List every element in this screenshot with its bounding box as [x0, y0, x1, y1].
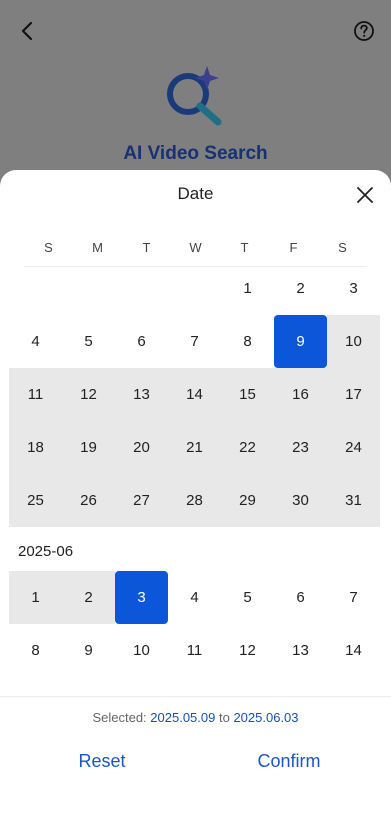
- selected-start-day-cell[interactable]: 9: [274, 315, 327, 368]
- day-cell[interactable]: 4: [168, 571, 221, 624]
- day-cell[interactable]: 11: [168, 624, 221, 677]
- empty-day-cell: [62, 262, 115, 315]
- range-day-cell[interactable]: 15: [221, 368, 274, 421]
- range-day-cell[interactable]: 23: [274, 421, 327, 474]
- day-cell[interactable]: 6: [115, 315, 168, 368]
- range-day-cell[interactable]: 24: [327, 421, 380, 474]
- day-cell[interactable]: 13: [274, 624, 327, 677]
- day-cell[interactable]: 14: [327, 624, 380, 677]
- week-row: 11 12 13 14 15 16 17: [9, 368, 380, 421]
- back-button[interactable]: [14, 18, 40, 44]
- month-label: 2025-06: [18, 543, 74, 560]
- weekday-label: T: [142, 240, 151, 255]
- day-cell[interactable]: 7: [168, 315, 221, 368]
- day-cell[interactable]: 5: [62, 315, 115, 368]
- range-day-cell[interactable]: 14: [168, 368, 221, 421]
- day-cell[interactable]: 9: [62, 624, 115, 677]
- weekday-label: T: [240, 240, 249, 255]
- day-cell[interactable]: 6: [274, 571, 327, 624]
- day-cell[interactable]: 4: [9, 315, 62, 368]
- range-day-cell[interactable]: 25: [9, 474, 62, 527]
- empty-day-cell: [168, 262, 221, 315]
- range-day-cell[interactable]: 19: [62, 421, 115, 474]
- sheet-header: Date: [0, 170, 391, 218]
- range-day-cell[interactable]: 17: [327, 368, 380, 421]
- help-icon: [354, 21, 374, 41]
- range-day-cell[interactable]: 30: [274, 474, 327, 527]
- weekday-label: M: [92, 240, 103, 255]
- close-icon: [357, 187, 373, 203]
- range-day-cell[interactable]: 2: [62, 571, 115, 624]
- range-day-cell[interactable]: 20: [115, 421, 168, 474]
- range-day-cell[interactable]: 16: [274, 368, 327, 421]
- weekday-label: S: [338, 240, 347, 255]
- day-cell[interactable]: 1: [221, 262, 274, 315]
- range-day-cell[interactable]: 1: [9, 571, 62, 624]
- to-word: to: [218, 710, 230, 725]
- weekday-label: W: [189, 240, 202, 255]
- range-day-cell[interactable]: 10: [327, 315, 380, 368]
- week-row: 1 2 3: [9, 262, 380, 315]
- day-cell[interactable]: 3: [327, 262, 380, 315]
- weekday-header: S M T W T F S: [24, 240, 367, 255]
- range-day-cell[interactable]: 21: [168, 421, 221, 474]
- sheet-title: Date: [177, 184, 214, 203]
- date-picker-sheet: Date S M T W T F S 1 2 3 4 5 6 7 8 9 10 …: [0, 170, 391, 822]
- day-cell[interactable]: 12: [221, 624, 274, 677]
- divider: [0, 696, 391, 697]
- day-cell[interactable]: 10: [115, 624, 168, 677]
- page-title: AI Video Search: [123, 143, 268, 164]
- selected-prefix: Selected:: [92, 710, 147, 725]
- confirm-button[interactable]: Confirm: [240, 746, 338, 776]
- month-grid-june: 1 2 3 4 5 6 7 8 9 10 11 12 13 14: [9, 571, 380, 677]
- reset-button[interactable]: Reset: [56, 746, 148, 776]
- ai-search-logo-icon: [162, 62, 230, 130]
- range-day-cell[interactable]: 18: [9, 421, 62, 474]
- end-date-value: 2025.06.03: [233, 710, 299, 725]
- week-row: 1 2 3 4 5 6 7: [9, 571, 380, 624]
- range-day-cell[interactable]: 27: [115, 474, 168, 527]
- range-day-cell[interactable]: 31: [327, 474, 380, 527]
- range-day-cell[interactable]: 29: [221, 474, 274, 527]
- week-row: 8 9 10 11 12 13 14: [9, 624, 380, 677]
- close-button[interactable]: [352, 182, 378, 208]
- range-day-cell[interactable]: 13: [115, 368, 168, 421]
- chevron-left-icon: [21, 21, 33, 41]
- start-date-value: 2025.05.09: [150, 710, 216, 725]
- weekday-label: S: [44, 240, 53, 255]
- week-row: 4 5 6 7 8 9 10: [9, 315, 380, 368]
- selected-range-summary: Selected: 2025.05.09 to 2025.06.03: [0, 710, 391, 725]
- range-day-cell[interactable]: 12: [62, 368, 115, 421]
- range-day-cell[interactable]: 22: [221, 421, 274, 474]
- range-day-cell[interactable]: 11: [9, 368, 62, 421]
- month-grid-may: 1 2 3 4 5 6 7 8 9 10 11 12 13 14 15 16 1…: [9, 262, 380, 527]
- week-row: 25 26 27 28 29 30 31: [9, 474, 380, 527]
- day-cell[interactable]: 2: [274, 262, 327, 315]
- day-cell[interactable]: 5: [221, 571, 274, 624]
- help-button[interactable]: [351, 18, 377, 44]
- range-day-cell[interactable]: 26: [62, 474, 115, 527]
- empty-day-cell: [9, 262, 62, 315]
- day-cell[interactable]: 8: [221, 315, 274, 368]
- day-cell[interactable]: 7: [327, 571, 380, 624]
- empty-day-cell: [115, 262, 168, 315]
- day-cell[interactable]: 8: [9, 624, 62, 677]
- range-day-cell[interactable]: 28: [168, 474, 221, 527]
- weekday-label: F: [289, 240, 298, 255]
- week-row: 18 19 20 21 22 23 24: [9, 421, 380, 474]
- selected-end-day-cell[interactable]: 3: [115, 571, 168, 624]
